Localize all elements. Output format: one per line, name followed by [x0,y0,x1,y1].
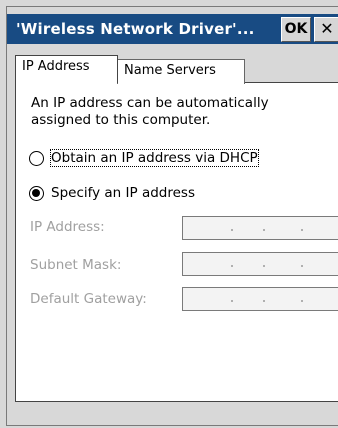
intro-text: An IP address can be automatically assig… [31,95,269,128]
radio-dhcp-circle[interactable] [29,150,44,166]
ip-dot [231,300,233,302]
default-gateway-label: Default Gateway: [30,291,147,307]
default-gateway-field[interactable] [182,287,338,311]
ip-dot [301,229,303,231]
window-title: 'Wireless Network Driver'... [16,20,255,38]
ip-dot [231,265,233,267]
ip-dot [231,229,233,231]
ip-address-label: IP Address: [30,219,105,235]
ip-dot [301,300,303,302]
radio-dhcp-label[interactable]: Obtain an IP address via DHCP [50,149,259,167]
close-button[interactable]: ✕ [314,17,338,42]
radio-specify-label[interactable]: Specify an IP address [51,185,195,201]
ip-dot [263,229,265,231]
radio-dhcp[interactable]: Obtain an IP address via DHCP [29,148,259,168]
ip-dot [301,265,303,267]
subnet-mask-label: Subnet Mask: [30,257,122,273]
radio-specify-ip[interactable]: Specify an IP address [29,183,195,203]
ip-dot [263,265,265,267]
tab-panel [15,82,338,402]
subnet-mask-field[interactable] [182,252,338,276]
tab-ip-address[interactable]: IP Address [15,55,118,83]
close-icon: ✕ [320,19,334,38]
title-bar: 'Wireless Network Driver'... OK ✕ [7,14,338,44]
dialog-window: 'Wireless Network Driver'... OK ✕ Name S… [0,0,338,428]
ip-dot [263,300,265,302]
radio-specify-circle[interactable] [29,185,44,201]
tab-name-servers[interactable]: Name Servers [117,59,245,84]
ok-button[interactable]: OK [281,17,311,42]
ip-address-field[interactable] [182,216,338,240]
